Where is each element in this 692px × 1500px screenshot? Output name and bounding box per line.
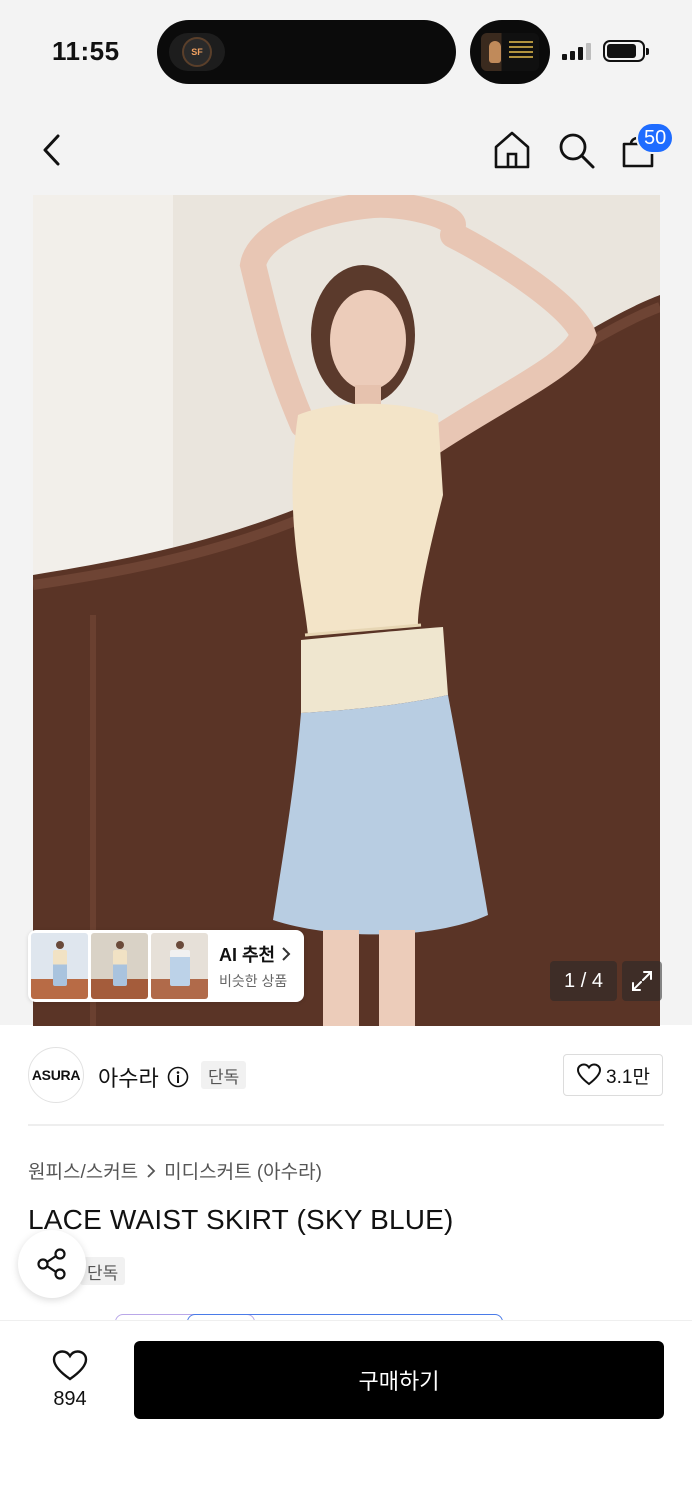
brand-name-link[interactable]: 아수라 — [98, 1061, 189, 1093]
chevron-right-icon — [147, 1163, 156, 1178]
wishlist-button[interactable]: 894 — [30, 1342, 110, 1418]
product-exclusive-badge: 단독 — [80, 1257, 126, 1285]
buy-button[interactable]: 구매하기 — [134, 1341, 664, 1419]
brand-like-count: 3.1만 — [606, 1066, 650, 1088]
expand-icon — [632, 971, 652, 991]
chevron-right-icon — [282, 947, 291, 961]
share-icon — [37, 1248, 66, 1280]
heart-icon — [577, 1063, 602, 1086]
album-art-icon — [481, 33, 539, 71]
signal-icon — [562, 42, 591, 60]
product-image[interactable] — [33, 195, 660, 1026]
similar-item-thumb[interactable] — [91, 933, 148, 999]
now-playing-island[interactable] — [470, 20, 550, 84]
chevron-left-icon — [43, 134, 60, 166]
dynamic-island[interactable]: SF — [157, 20, 456, 84]
home-icon — [494, 131, 530, 169]
share-button[interactable] — [18, 1230, 86, 1298]
ai-recommend-title: AI 추천 — [219, 945, 276, 965]
battery-icon — [603, 40, 649, 62]
exclusive-badge: 단독 — [201, 1061, 247, 1089]
status-time: 11:55 — [52, 36, 120, 66]
baseball-team-logo-icon: SF — [169, 33, 225, 71]
home-button[interactable] — [492, 130, 532, 170]
similar-item-thumb[interactable] — [151, 933, 208, 999]
ai-recommend-subtitle: 비슷한 상품 — [219, 973, 288, 989]
similar-item-thumb[interactable] — [31, 933, 88, 999]
brand-like-button[interactable]: 3.1만 — [563, 1054, 663, 1096]
product-title: LACE WAIST SKIRT (SKY BLUE) — [28, 1204, 454, 1235]
search-button[interactable] — [556, 130, 596, 170]
expand-image-button[interactable] — [622, 961, 662, 1001]
breadcrumb: 원피스/스커트 미디스커트 (아수라) — [28, 1157, 322, 1184]
info-icon[interactable] — [167, 1066, 189, 1088]
cart-count-badge: 50 — [636, 122, 675, 154]
image-page-indicator: 1 / 4 — [550, 961, 617, 1001]
brand-logo[interactable]: ASURA — [28, 1047, 84, 1103]
search-icon — [559, 133, 595, 169]
breadcrumb-subcategory[interactable]: 미디스커트 (아수라) — [164, 1157, 322, 1184]
brand-name: 아수라 — [98, 1066, 159, 1091]
breadcrumb-category[interactable]: 원피스/스커트 — [28, 1157, 138, 1184]
divider — [28, 1124, 664, 1126]
wishlist-count: 894 — [53, 1387, 87, 1410]
back-button[interactable] — [34, 130, 70, 170]
ai-recommend-card[interactable]: AI 추천 비슷한 상품 — [28, 930, 304, 1002]
heart-icon — [52, 1349, 88, 1380]
